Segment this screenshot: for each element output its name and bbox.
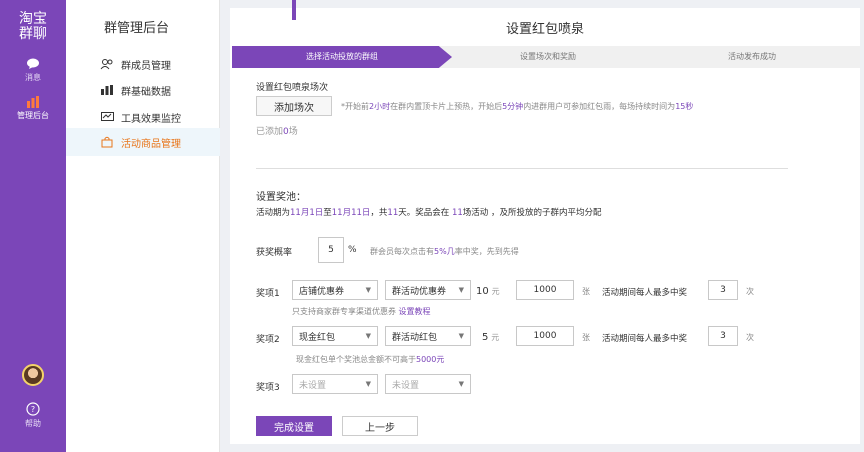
finish-button[interactable]: 完成设置 [256,416,332,436]
prize-1-subtype-select[interactable]: 群活动优惠券 ▼ [385,280,471,300]
page-title: 设置红包喷泉 [505,22,584,37]
prize-1-note: 只支持商家群专享渠道优惠券 设置教程 [292,307,431,316]
shopping-bag-icon [100,136,114,148]
add-session-button[interactable]: 添加场次 [256,96,332,116]
rail-label-messages: 消息 [25,73,41,82]
sidebar-item-tool-monitor[interactable]: 工具效果监控 [66,103,220,131]
chevron-down-icon: ▼ [458,332,464,340]
prize-2-limit-unit: 次 [746,333,754,342]
chevron-down-icon: ▼ [458,286,464,294]
step-1-active: 选择活动投放的群组 [232,46,452,68]
sidebar-item-member-manage[interactable]: 群成员管理 [66,50,220,78]
chevron-down-icon: ▼ [458,380,464,388]
prize-1-qty-unit: 张 [582,287,590,296]
users-icon [100,58,114,70]
user-avatar[interactable] [22,364,44,386]
step-2: 设置场次和奖励 [438,46,658,68]
rail-item-admin[interactable]: 管理后台 [0,96,66,121]
prize-1-limit-unit: 次 [746,287,754,296]
brand-line2: 群聊 [19,26,47,42]
prize-2-subtype-select[interactable]: 群活动红包 ▼ [385,326,471,346]
help-circle-icon: ? [26,402,40,416]
prize-1-amount: 10 元 [476,286,500,297]
chevron-down-icon: ▼ [365,380,371,388]
sidebar-item-label: 群基础数据 [121,86,171,98]
prev-step-button[interactable]: 上一步 [342,416,418,436]
activity-period: 活动期为11月1日至11月11日，共11天。奖品会在 11场活动 ，及所投放的子… [256,208,602,218]
prize-3-subtype-select[interactable]: 未设置 ▼ [385,374,471,394]
prob-hint: 群会员每次点击有5%几率中奖，先到先得 [370,247,519,256]
chevron-down-icon: ▼ [365,332,371,340]
step-progress: 选择活动投放的群组 设置场次和奖励 活动发布成功 [232,46,860,68]
brand-line1: 淘宝 [19,11,47,27]
rail-label-admin: 管理后台 [17,111,49,120]
rail-item-messages[interactable]: 消息 [0,58,66,83]
setup-tutorial-link[interactable]: 设置教程 [399,307,431,316]
added-count: 已添加0场 [256,127,298,137]
brand-logo: 淘宝 群聊 [0,12,66,42]
prob-unit: % [348,245,357,255]
prize-1-limit-label: 活动期间每人最多中奖 [602,288,688,298]
prize-2-type-select[interactable]: 现金红包 ▼ [292,326,378,346]
session-hint: *开始前2小时在群内置顶卡片上预热，开始后5分钟内进群用户可参加红包雨，每场持续… [341,102,694,111]
chevron-down-icon: ▼ [365,286,371,294]
step-3: 活动发布成功 [644,46,860,68]
monitor-icon [100,111,114,123]
prob-input[interactable]: 5 [318,237,344,263]
sidebar-title: 群管理后台 [104,21,170,36]
bar-chart-icon [100,84,114,96]
session-label: 设置红包喷泉场次 [256,83,329,93]
prize-2-amount: 5 元 [482,332,500,343]
prize-1-qty-input[interactable]: 1000 [516,280,574,300]
prize-3-type-select[interactable]: 未设置 ▼ [292,374,378,394]
app-rail: 淘宝 群聊 消息 管理后台 ? 帮助 [0,0,66,452]
prize-1-label: 奖项1 [256,289,280,299]
prize-2-note: 现金红包单个奖池总金额不可高于5000元 [296,355,445,364]
pool-label: 设置奖池： [256,192,306,203]
main-card: 设置红包喷泉 选择活动投放的群组 设置场次和奖励 活动发布成功 设置红包喷泉场次… [230,8,860,444]
prize-2-qty-unit: 张 [582,333,590,342]
prize-1-type-select[interactable]: 店铺优惠券 ▼ [292,280,378,300]
sidebar-item-label: 活动商品管理 [121,138,181,150]
section-divider [256,168,788,169]
sub-sidebar: 群管理后台 群成员管理 群基础数据 工具效果监控 活动商品管理 [66,0,220,452]
bar-chart-icon [27,96,39,108]
prize-1-limit-input[interactable]: 3 [708,280,738,300]
text-cursor [292,0,296,20]
sidebar-item-activity-goods[interactable]: 活动商品管理 [66,128,220,156]
prize-3-label: 奖项3 [256,383,280,393]
sidebar-item-basic-data[interactable]: 群基础数据 [66,76,220,104]
prize-2-label: 奖项2 [256,335,280,345]
prize-2-limit-input[interactable]: 3 [708,326,738,346]
sidebar-item-label: 群成员管理 [121,60,171,72]
rail-label-help: 帮助 [25,419,41,428]
rail-item-help[interactable]: ? 帮助 [0,402,66,429]
svg-text:?: ? [31,405,35,414]
chat-bubble-icon [27,58,39,69]
prize-2-qty-input[interactable]: 1000 [516,326,574,346]
prob-label: 获奖概率 [256,248,293,258]
sidebar-item-label: 工具效果监控 [121,113,181,125]
prize-2-limit-label: 活动期间每人最多中奖 [602,334,688,344]
